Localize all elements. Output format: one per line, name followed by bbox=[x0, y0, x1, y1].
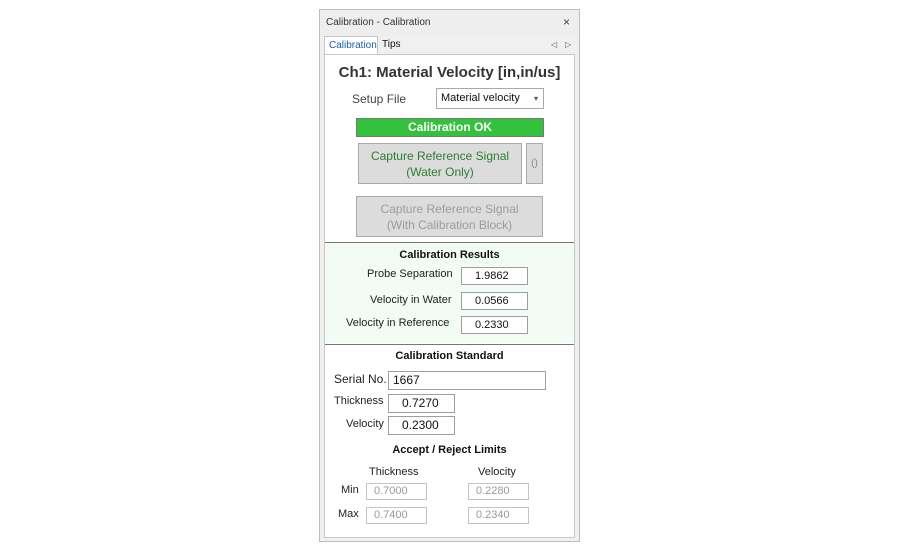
velocity-input[interactable]: 0.2300 bbox=[388, 416, 455, 435]
setup-file-select[interactable]: Material velocity ▾ bbox=[436, 88, 544, 109]
capture-reference-water-button[interactable]: Capture Reference Signal (Water Only) bbox=[358, 143, 522, 184]
serial-input[interactable]: 1667 bbox=[388, 371, 546, 390]
setup-file-value: Material velocity bbox=[441, 92, 520, 104]
velocity-label: Velocity bbox=[346, 418, 384, 430]
max-thickness-field: 0.7400 bbox=[366, 507, 427, 524]
setup-file-label: Setup File bbox=[352, 92, 407, 106]
results-title: Calibration Results bbox=[399, 249, 500, 261]
tab-calibration[interactable]: Calibration bbox=[324, 36, 378, 54]
limits-thickness-header: Thickness bbox=[369, 466, 419, 478]
max-velocity-field: 0.2340 bbox=[468, 507, 529, 524]
serial-label: Serial No. bbox=[334, 372, 387, 386]
standard-title: Calibration Standard bbox=[395, 350, 504, 362]
capture-water-line1: Capture Reference Signal bbox=[370, 149, 510, 163]
tab-scroll-right-icon[interactable]: ▷ bbox=[565, 40, 571, 49]
tab-scroll-left-icon[interactable]: ◁ bbox=[551, 40, 557, 49]
thickness-input[interactable]: 0.7270 bbox=[388, 394, 455, 413]
limits-velocity-header: Velocity bbox=[478, 466, 516, 478]
capture-block-line2: (With Calibration Block) bbox=[386, 218, 513, 232]
capture-block-line1: Capture Reference Signal bbox=[380, 202, 519, 216]
min-thickness-field: 0.7000 bbox=[366, 483, 427, 500]
velocity-water-value: 0.0566 bbox=[461, 292, 528, 310]
limits-title: Accept / Reject Limits bbox=[392, 444, 507, 456]
calibration-panel: Calibration - Calibration × Calibration … bbox=[319, 9, 580, 542]
thickness-label: Thickness bbox=[334, 395, 384, 407]
velocity-water-label: Velocity in Water bbox=[370, 294, 452, 306]
capture-water-line2: (Water Only) bbox=[406, 165, 474, 179]
chevron-down-icon: ▾ bbox=[533, 94, 538, 103]
window-title: Calibration - Calibration bbox=[326, 17, 431, 28]
min-velocity-field: 0.2280 bbox=[468, 483, 529, 500]
section-divider bbox=[325, 344, 574, 345]
probe-separation-label: Probe Separation bbox=[367, 268, 453, 280]
calibration-status-bar: Calibration OK bbox=[356, 118, 544, 137]
max-label: Max bbox=[338, 508, 359, 520]
velocity-reference-value: 0.2330 bbox=[461, 316, 528, 334]
velocity-reference-label: Velocity in Reference bbox=[346, 317, 450, 329]
close-icon[interactable]: × bbox=[563, 15, 570, 29]
min-label: Min bbox=[341, 484, 359, 496]
capture-reference-block-button: Capture Reference Signal (With Calibrati… bbox=[356, 196, 543, 237]
tab-strip: Calibration Tips ◁ ▷ bbox=[320, 36, 579, 54]
calibration-content: Ch1: Material Velocity [in,in/us] Setup … bbox=[324, 54, 575, 538]
refresh-button[interactable]: () bbox=[526, 143, 543, 184]
channel-heading: Ch1: Material Velocity [in,in/us] bbox=[338, 64, 561, 81]
probe-separation-value: 1.9862 bbox=[461, 267, 528, 285]
title-bar: Calibration - Calibration × bbox=[320, 10, 579, 36]
calibration-results-section: Calibration Results Probe Separation 1.9… bbox=[325, 243, 574, 343]
tab-tips[interactable]: Tips bbox=[378, 36, 405, 54]
